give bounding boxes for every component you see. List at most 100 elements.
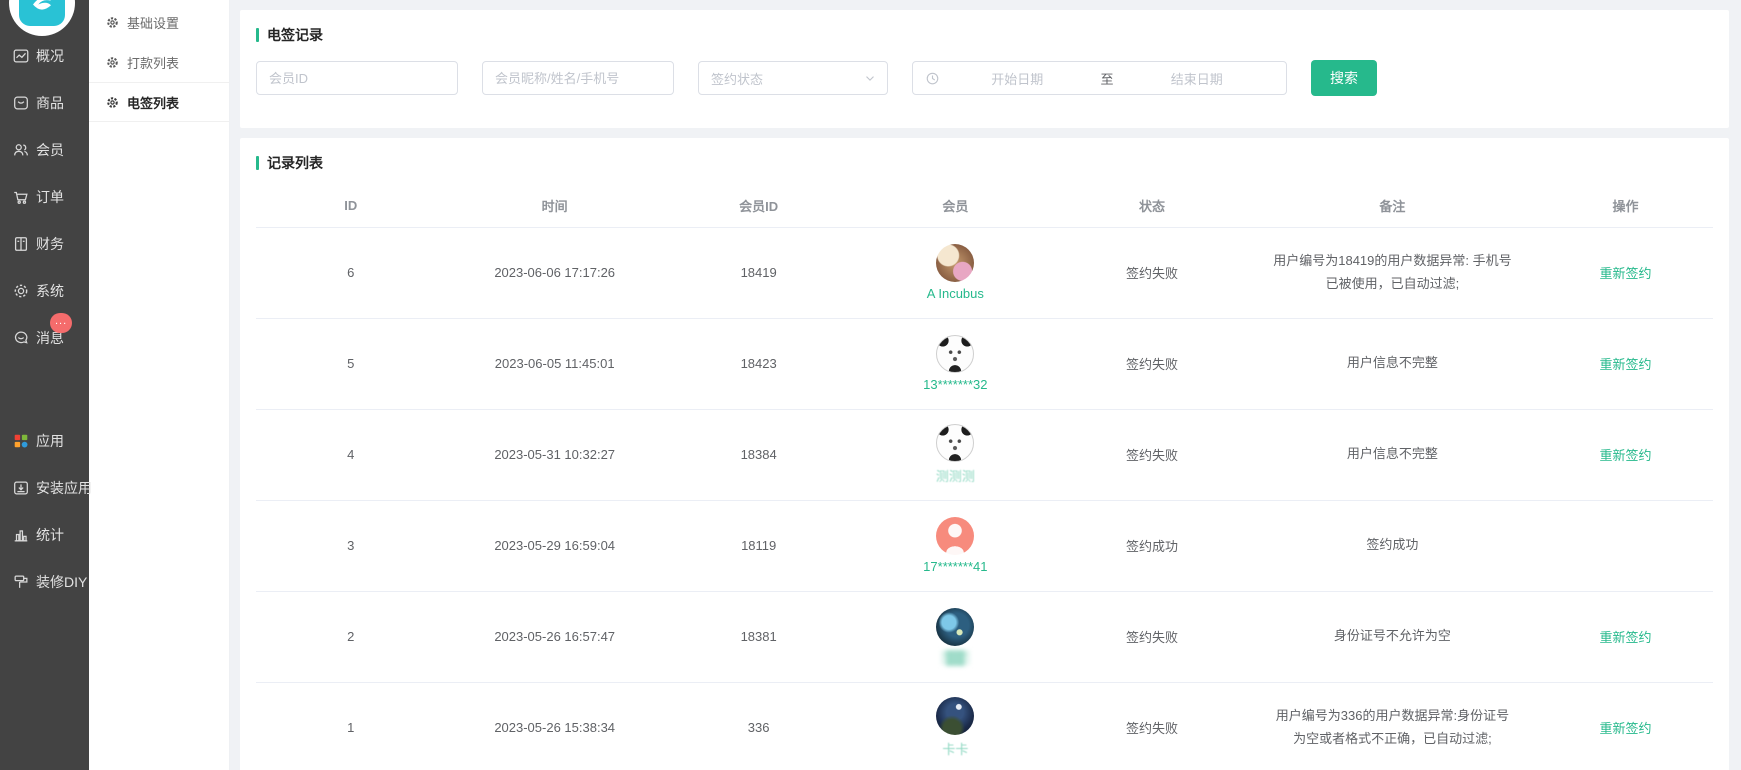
- sidebar-item-orders[interactable]: 订单: [0, 173, 89, 220]
- sidebar-item-overview[interactable]: 概况: [0, 32, 89, 79]
- cell-time: 2023-06-05 11:45:01: [445, 318, 664, 409]
- submenu-item-basic-settings[interactable]: 基础设置: [89, 2, 229, 42]
- submenu-item-label: 电签列表: [127, 93, 179, 112]
- cell-remark: 用户编号为336的用户数据异常:身份证号为空或者格式不正确，已自动过滤;: [1247, 682, 1538, 770]
- title-accent-bar: [256, 156, 259, 170]
- sign-status-select[interactable]: 签约状态: [698, 61, 888, 95]
- overview-icon: [12, 47, 30, 65]
- date-range-picker[interactable]: 开始日期 至 结束日期: [912, 61, 1287, 95]
- cell-member-id: 18384: [664, 409, 853, 500]
- cell-action: 重新签约: [1538, 409, 1713, 500]
- submenu-item-label: 打款列表: [127, 53, 179, 72]
- member-name-link[interactable]: 13*******32: [923, 377, 987, 392]
- finance-icon: [12, 235, 30, 253]
- member-name-link[interactable]: 17*******41: [923, 559, 987, 574]
- cell-id: 2: [256, 591, 445, 682]
- cell-status: 签约失败: [1057, 318, 1246, 409]
- cell-member: 17*******41: [853, 500, 1057, 591]
- logo-area: [0, 0, 89, 32]
- re-sign-link[interactable]: 重新签约: [1600, 448, 1652, 463]
- sidebar-item-label: 统计: [36, 525, 64, 545]
- avatar: [936, 608, 974, 646]
- cell-remark: 用户信息不完整: [1247, 318, 1538, 409]
- member-name-link[interactable]: 测测测: [936, 466, 975, 485]
- records-table: ID 时间 会员ID 会员 状态 备注 操作 6 2023-06-06 17:1…: [256, 185, 1713, 770]
- start-date-placeholder: 开始日期: [940, 69, 1095, 88]
- re-sign-link[interactable]: 重新签约: [1600, 266, 1652, 281]
- sidebar-item-apps[interactable]: 应用: [0, 417, 89, 464]
- primary-nav: 概况 商品 会员 订单: [0, 32, 89, 605]
- re-sign-link[interactable]: 重新签约: [1600, 630, 1652, 645]
- sidebar-item-finance[interactable]: 财务: [0, 220, 89, 267]
- system-icon: [12, 282, 30, 300]
- main-content: 电签记录 签约状态 开始日期 至 结束日期 搜索: [230, 0, 1741, 770]
- re-sign-link[interactable]: 重新签约: [1600, 357, 1652, 372]
- submenu-item-payment-list[interactable]: 打款列表: [89, 42, 229, 82]
- chevron-down-icon: [863, 71, 877, 85]
- app-root: 概况 商品 会员 订单: [0, 0, 1741, 770]
- col-header-id: ID: [256, 185, 445, 227]
- sidebar-item-diy[interactable]: 装修DIY: [0, 558, 89, 605]
- apps-icon: [12, 432, 30, 450]
- cell-remark: 身份证号不允许为空: [1247, 591, 1538, 682]
- cell-status: 签约失败: [1057, 591, 1246, 682]
- cell-member: 卡卡: [853, 682, 1057, 770]
- cell-remark: 签约成功: [1247, 500, 1538, 591]
- sidebar-item-messages[interactable]: 消息 ...: [0, 314, 89, 361]
- sidebar-spacer: [0, 361, 89, 417]
- app-logo[interactable]: [9, 0, 75, 36]
- submenu-item-label: 基础设置: [127, 13, 179, 32]
- avatar: [936, 335, 974, 373]
- date-separator: 至: [1095, 69, 1120, 88]
- cell-action: 重新签约: [1538, 682, 1713, 770]
- records-panel: 记录列表 ID 时间 会员ID 会员 状态 备注 操作: [240, 138, 1729, 770]
- install-app-icon: [12, 479, 30, 497]
- sidebar-item-install-apps[interactable]: 安装应用: [0, 464, 89, 511]
- sidebar-item-label: 会员: [36, 140, 64, 160]
- sidebar-item-system[interactable]: 系统: [0, 267, 89, 314]
- orders-icon: [12, 188, 30, 206]
- records-panel-title-text: 记录列表: [267, 153, 323, 173]
- member-name-link[interactable]: '██': [941, 650, 970, 665]
- submenu-item-esign-list[interactable]: 电签列表: [89, 82, 229, 122]
- end-date-placeholder: 结束日期: [1120, 69, 1275, 88]
- cell-member-id: 18419: [664, 227, 853, 318]
- members-icon: [12, 141, 30, 159]
- sidebar-item-label: 装修DIY: [36, 572, 87, 592]
- cell-action: 重新签约: [1538, 227, 1713, 318]
- cell-time: 2023-05-26 16:57:47: [445, 591, 664, 682]
- sidebar-item-label: 系统: [36, 281, 64, 301]
- cell-member: '██': [853, 591, 1057, 682]
- table-row: 4 2023-05-31 10:32:27 18384 测测测 签约失败 用户信…: [256, 409, 1713, 500]
- cell-status: 签约成功: [1057, 500, 1246, 591]
- search-button[interactable]: 搜索: [1311, 60, 1377, 96]
- sidebar-item-label: 概况: [36, 46, 64, 66]
- cell-id: 3: [256, 500, 445, 591]
- cell-time: 2023-06-06 17:17:26: [445, 227, 664, 318]
- sidebar-item-label: 商品: [36, 93, 64, 113]
- table-row: 3 2023-05-29 16:59:04 18119 17*******41 …: [256, 500, 1713, 591]
- member-name-link[interactable]: 卡卡: [942, 739, 968, 758]
- gear-icon: [106, 56, 119, 69]
- filter-panel-title-text: 电签记录: [267, 25, 323, 45]
- sidebar-item-stats[interactable]: 统计: [0, 511, 89, 558]
- cell-id: 6: [256, 227, 445, 318]
- sidebar-item-label: 应用: [36, 431, 64, 451]
- member-name-link[interactable]: A Incubus: [927, 286, 984, 301]
- member-name-input[interactable]: [482, 61, 674, 95]
- col-header-member-id: 会员ID: [664, 185, 853, 227]
- avatar: [936, 424, 974, 462]
- sidebar-item-goods[interactable]: 商品: [0, 79, 89, 126]
- table-head: ID 时间 会员ID 会员 状态 备注 操作: [256, 185, 1713, 227]
- table-body: 6 2023-06-06 17:17:26 18419 A Incubus 签约…: [256, 227, 1713, 770]
- cell-member-id: 336: [664, 682, 853, 770]
- sidebar-item-members[interactable]: 会员: [0, 126, 89, 173]
- primary-sidebar: 概况 商品 会员 订单: [0, 0, 89, 770]
- cell-member-id: 18119: [664, 500, 853, 591]
- records-panel-title: 记录列表: [256, 153, 1713, 173]
- member-id-input[interactable]: [256, 61, 458, 95]
- table-row: 6 2023-06-06 17:17:26 18419 A Incubus 签约…: [256, 227, 1713, 318]
- avatar: [936, 517, 974, 555]
- cell-time: 2023-05-26 15:38:34: [445, 682, 664, 770]
- re-sign-link[interactable]: 重新签约: [1600, 721, 1652, 736]
